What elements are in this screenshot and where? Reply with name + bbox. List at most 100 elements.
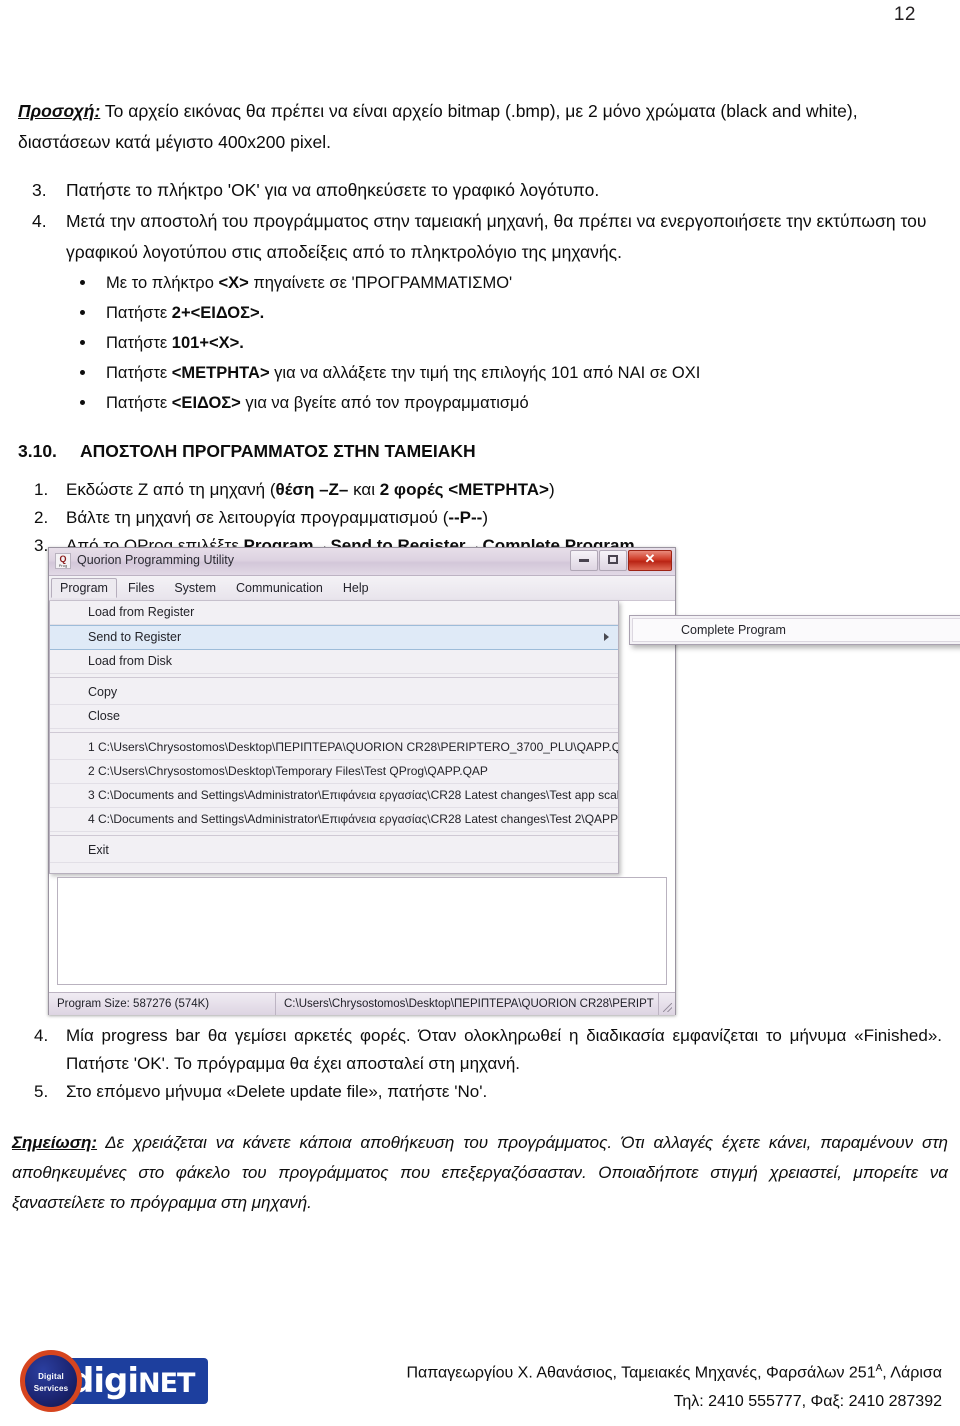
- bullet-bold: 2+<ΕΙΔΟΣ>.: [171, 304, 265, 322]
- list-item: Με το πλήκτρο <X> πηγαίνετε σε 'ΠΡΟΓΡΑΜΜ…: [18, 268, 942, 298]
- bullet-bold: <ΜΕΤΡΗΤΑ>: [171, 364, 270, 382]
- step-post: ): [548, 480, 555, 499]
- list-item: Πατήστε <ΜΕΤΡΗΤΑ> για να αλλάξετε την τι…: [18, 358, 942, 388]
- menu-system[interactable]: System: [165, 578, 225, 598]
- list-item: Πατήστε 101+<X>.: [18, 328, 942, 358]
- menu-item-exit[interactable]: Exit: [50, 839, 618, 863]
- list-item: 5. Στο επόμενο μήνυμα «Delete update fil…: [18, 1078, 942, 1106]
- bullet-icon: [80, 340, 85, 345]
- recent-file-3[interactable]: 3 C:\Documents and Settings\Administrato…: [50, 784, 618, 808]
- footer-phone-line: Τηλ: 2410 555777, Φαξ: 2410 287392: [673, 1393, 942, 1411]
- menu-files[interactable]: Files: [119, 578, 163, 598]
- list-text: Πατήστε το πλήκτρο 'ΟΚ' για να αποθηκεύσ…: [66, 180, 600, 200]
- logo-wordmark: digiNET: [70, 1360, 195, 1405]
- menu-bar: Program Files System Communication Help: [49, 576, 675, 601]
- menu-item-send-to-register-label: Send to Register: [88, 630, 182, 644]
- list-marker: 3.: [34, 536, 49, 555]
- status-file-path: C:\Users\Chrysostomos\Desktop\ΠΕΡΙΠΤΕΡΑ\…: [276, 993, 659, 1015]
- bullet-list: Με το πλήκτρο <X> πηγαίνετε σε 'ΠΡΟΓΡΑΜΜ…: [18, 268, 942, 418]
- bullet-post: για να αλλάξετε την τιμή της επιλογής 10…: [269, 364, 701, 382]
- submenu-item-complete-program[interactable]: Complete Program: [632, 618, 960, 642]
- menu-item-load-from-disk[interactable]: Load from Disk: [50, 650, 618, 674]
- list-item: 3. Πατήστε το πλήκτρο 'ΟΚ' για να αποθηκ…: [18, 175, 942, 206]
- recent-file-4[interactable]: 4 C:\Documents and Settings\Administrato…: [50, 808, 618, 832]
- document-page: 12 Προσοχή: Το αρχείο εικόνας θα πρέπει …: [0, 0, 960, 1426]
- menu-bottom-filler: [50, 863, 618, 873]
- logo-word-part-3: NET: [138, 1368, 195, 1399]
- list-item: 2. Βάλτε τη μηχανή σε λειτουργία προγραμ…: [18, 504, 942, 532]
- logo-badge-line-1: Digital: [38, 1372, 64, 1381]
- section-heading: 3.10. ΑΠΟΣΤΟΛΗ ΠΡΟΓΡΑΜΜΑΤΟΣ ΣΤΗΝ ΤΑΜΕΙΑΚ…: [18, 436, 942, 466]
- menu-communication[interactable]: Communication: [227, 578, 332, 598]
- menu-separator: [50, 835, 618, 836]
- window-title: Quorion Programming Utility: [77, 553, 234, 567]
- app-screenshot: Q Prog Quorion Programming Utility ✕ Pro…: [48, 547, 960, 1015]
- step-bold-2: 2 φορές <ΜΕΤΡΗΤΑ>: [379, 480, 549, 499]
- bullet-post: για να βγείτε από τον προγραμματισμό: [240, 394, 529, 412]
- step-bold-1: --P--: [448, 508, 483, 527]
- list-marker: 2.: [34, 508, 49, 527]
- menu-program[interactable]: Program: [51, 578, 117, 598]
- recent-file-1[interactable]: 1 C:\Users\Chrysostomos\Desktop\ΠΕΡΙΠΤΕΡ…: [50, 736, 618, 760]
- bullet-pre: Πατήστε: [106, 304, 172, 322]
- maximize-button[interactable]: [599, 550, 627, 571]
- logo-word-part-2: i: [127, 1361, 139, 1401]
- bullet-bold: <X>: [218, 274, 249, 292]
- bullet-icon: [80, 400, 85, 405]
- list-marker: 1.: [34, 480, 49, 499]
- app-logo-sub: Prog: [58, 563, 68, 568]
- menu-item-copy[interactable]: Copy: [50, 681, 618, 705]
- list-marker: 4.: [32, 211, 47, 231]
- bullet-pre: Πατήστε: [106, 334, 172, 352]
- bullet-bold: 101+<X>.: [171, 334, 244, 352]
- list-item: 1. Εκδώστε Z από τη μηχανή (θέση –Z– και…: [18, 476, 942, 504]
- menu-item-send-to-register[interactable]: Send to Register: [50, 625, 618, 650]
- step-bold-1: θέση –Z–: [275, 480, 349, 499]
- menu-help[interactable]: Help: [334, 578, 378, 598]
- warning-label: Προσοχή:: [18, 100, 101, 121]
- minimize-icon: [579, 559, 589, 562]
- bullet-bold: <ΕΙΔΟΣ>: [171, 394, 241, 412]
- bullet-post: πηγαίνετε σε 'ΠΡΟΓΡΑΜΜΑΤΙΣΜΟ': [248, 274, 513, 292]
- logo-badge-line-2: Services: [33, 1384, 69, 1393]
- app-logo-icon: Q Prog: [55, 553, 71, 569]
- close-button[interactable]: ✕: [628, 550, 672, 571]
- menu-item-load-from-register[interactable]: Load from Register: [50, 601, 618, 625]
- chevron-right-icon: [604, 633, 609, 641]
- top-numbered-list: 3. Πατήστε το πλήκτρο 'ΟΚ' για να αποθηκ…: [18, 175, 942, 268]
- app-client-area: Load from Register Send to Register Load…: [49, 601, 960, 1015]
- bullet-pre: Με το πλήκτρο: [106, 274, 219, 292]
- recent-file-2[interactable]: 2 C:\Users\Chrysostomos\Desktop\Temporar…: [50, 760, 618, 784]
- list-marker: 4.: [34, 1026, 49, 1045]
- section-title: ΑΠΟΣΤΟΛΗ ΠΡΟΓΡΑΜΜΑΤΟΣ ΣΤΗΝ ΤΑΜΕΙΑΚΗ: [80, 441, 476, 461]
- step-pre: Βάλτε τη μηχανή σε λειτουργία προγραμματ…: [66, 508, 449, 527]
- step-pre: Εκδώστε Z από τη μηχανή (: [66, 480, 276, 499]
- lower-numbered-list: 4. Μία progress bar θα γεμίσει αρκετές φ…: [18, 1022, 942, 1106]
- menu-item-close[interactable]: Close: [50, 705, 618, 729]
- list-text: Μία progress bar θα γεμίσει αρκετές φορέ…: [66, 1026, 942, 1073]
- section-number: 3.10.: [18, 441, 57, 461]
- list-item: Πατήστε 2+<ΕΙΔΟΣ>.: [18, 298, 942, 328]
- bullet-pre: Πατήστε: [106, 394, 172, 412]
- warning-paragraph: Προσοχή: Το αρχείο εικόνας θα πρέπει να …: [18, 96, 942, 158]
- app-document-frame: [57, 877, 667, 985]
- send-to-register-submenu: Complete Program: [629, 615, 960, 645]
- warning-text: Το αρχείο εικόνας θα πρέπει να είναι αρχ…: [18, 100, 858, 152]
- close-icon: ✕: [644, 551, 656, 566]
- note-text: Δε χρειάζεται να κάνετε κάποια αποθήκευσ…: [12, 1133, 948, 1212]
- lower-steps-block: 4. Μία progress bar θα γεμίσει αρκετές φ…: [18, 1022, 942, 1106]
- bullet-icon: [80, 310, 85, 315]
- resize-grip-icon[interactable]: [659, 993, 675, 1015]
- logo-plate: digiNET: [60, 1358, 208, 1404]
- minimize-button[interactable]: [570, 550, 598, 571]
- window-controls: ✕: [570, 550, 672, 571]
- list-item: 4. Μία progress bar θα γεμίσει αρκετές φ…: [18, 1022, 942, 1078]
- bullet-icon: [80, 370, 85, 375]
- list-text: Στο επόμενο μήνυμα «Delete update file»,…: [66, 1082, 488, 1101]
- program-dropdown-menu: Load from Register Send to Register Load…: [49, 601, 619, 874]
- document-body: Προσοχή: Το αρχείο εικόνας θα πρέπει να …: [18, 78, 942, 560]
- status-program-size: Program Size: 587276 (574K): [49, 993, 276, 1015]
- footer-address-pre: Παπαγεωργίου Χ. Αθανάσιος, Ταμειακές Μηχ…: [406, 1364, 876, 1382]
- note-paragraph: Σημείωση: Δε χρειάζεται να κάνετε κάποια…: [12, 1128, 948, 1218]
- list-item: Πατήστε <ΕΙΔΟΣ> για να βγείτε από τον πρ…: [18, 388, 942, 418]
